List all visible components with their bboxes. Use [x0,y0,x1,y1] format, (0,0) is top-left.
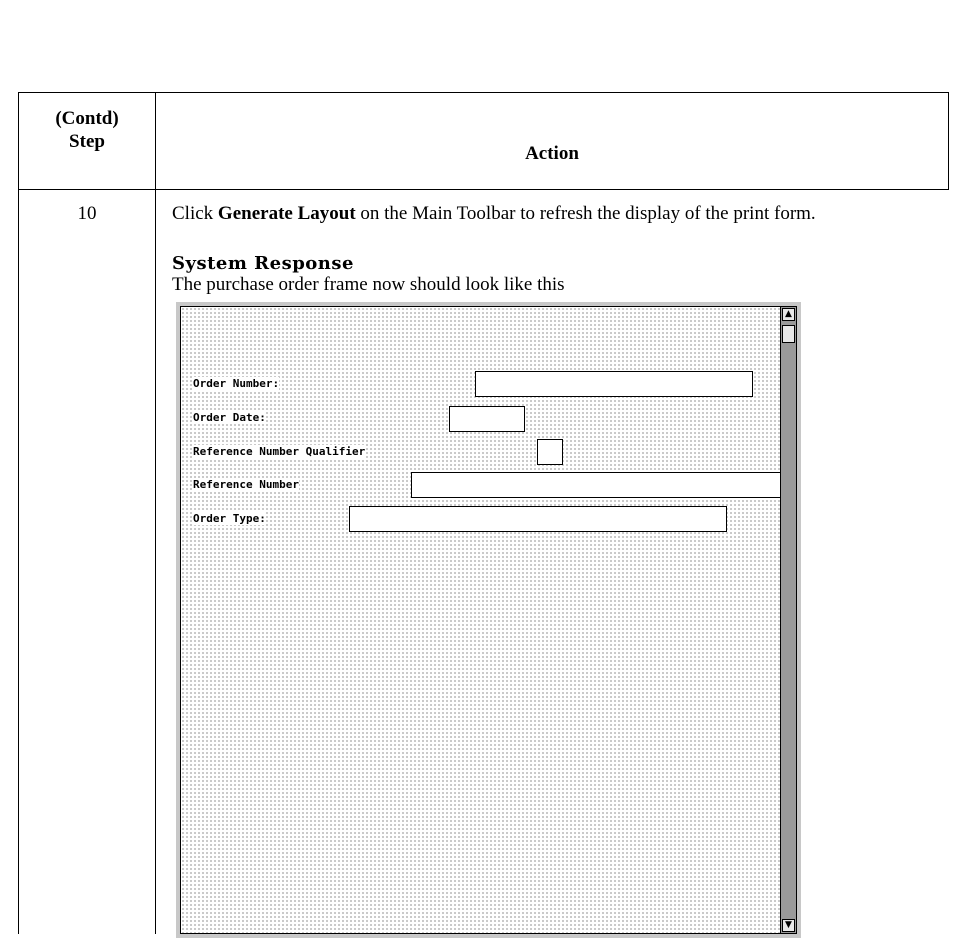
scroll-thumb[interactable] [782,325,795,343]
step-number: 10 [77,203,97,224]
arrow-down-icon: ▼ [785,920,792,930]
action-column-header: Action [525,143,579,164]
scroll-down-button[interactable]: ▼ [782,919,795,932]
arrow-up-icon: ▲ [785,309,792,319]
table-column-divider [155,92,156,934]
instruction-prefix: Click [172,203,218,224]
order-date-box[interactable] [449,406,525,432]
order-type-box[interactable] [349,506,727,532]
table-header-divider [18,189,949,190]
frame-window: Order Number: Order Date: Reference Numb… [180,306,797,934]
step-header-line2: Step [69,131,105,152]
step-column-header: (Contd) Step [19,107,155,153]
purchase-order-frame-screenshot: Order Number: Order Date: Reference Numb… [176,302,801,938]
order-date-label: Order Date: [193,411,266,424]
instruction-text: Click Generate Layout on the Main Toolba… [172,201,942,227]
table-right-border [948,92,949,190]
table-top-border [18,92,949,93]
reference-number-box[interactable] [411,472,789,498]
order-number-label: Order Number: [193,377,280,390]
generate-layout-term: Generate Layout [217,203,356,224]
step-header-line1: (Contd) [55,108,119,129]
reference-number-qualifier-label: Reference Number Qualifier [193,445,366,458]
layout-grid [181,307,780,933]
system-response-text: The purchase order frame now should look… [172,274,565,295]
order-type-label: Order Type: [193,512,266,525]
scroll-up-button[interactable]: ▲ [782,308,795,321]
instruction-suffix: on the Main Toolbar to refresh the displ… [355,203,816,224]
order-number-box[interactable] [475,371,753,397]
reference-number-qualifier-box[interactable] [537,439,563,465]
vertical-scrollbar[interactable]: ▲ ▼ [780,307,796,933]
reference-number-label: Reference Number [193,478,299,491]
